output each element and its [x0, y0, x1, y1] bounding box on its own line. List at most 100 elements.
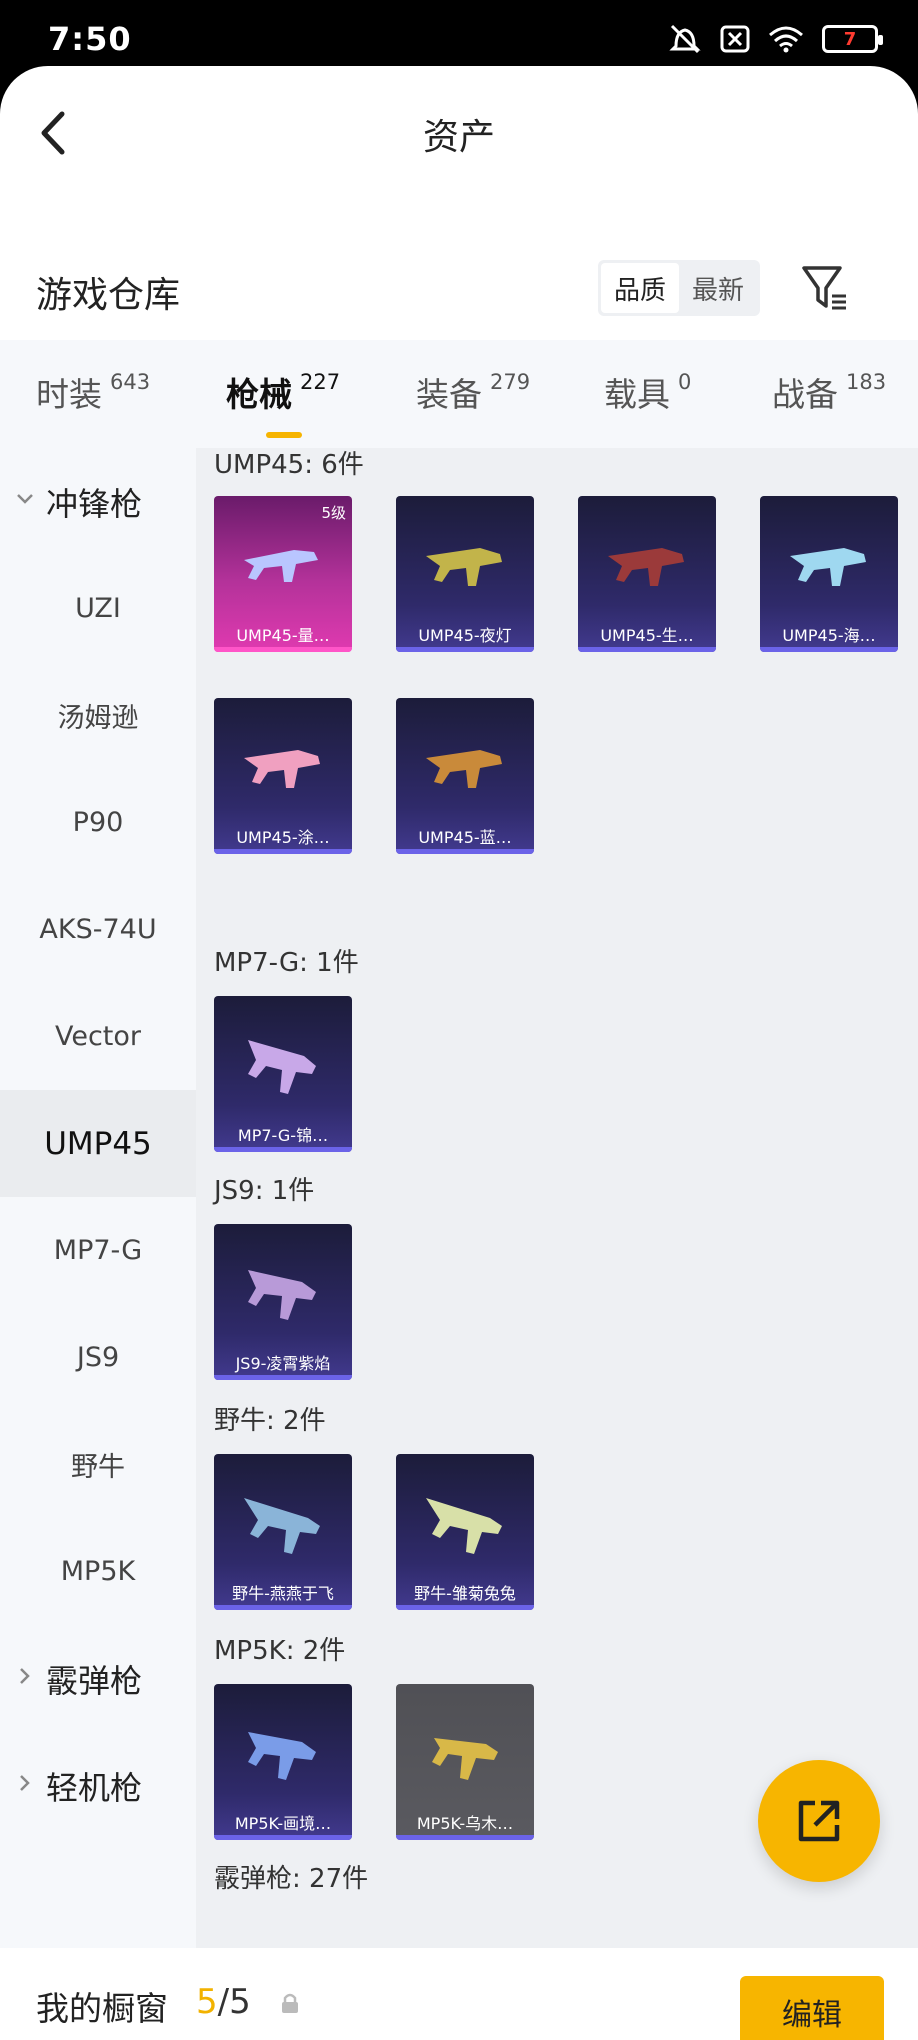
sidebar-item-p90[interactable]: P90	[0, 769, 196, 876]
sort-toggle: 品质 最新	[598, 260, 760, 316]
weapon-name: MP7-G-锦…	[237, 1126, 329, 1145]
tab-count: 0	[678, 370, 692, 394]
gun-icon	[426, 548, 502, 586]
gun-icon	[248, 1732, 316, 1780]
sidebar-item-uzi[interactable]: UZI	[0, 555, 196, 662]
sidebar-item-mp5k[interactable]: MP5K	[0, 1518, 196, 1625]
rarity-stripe	[760, 647, 898, 652]
weapon-name: UMP45-涂…	[236, 828, 330, 847]
tab-fashion[interactable]: 时装 643	[36, 368, 150, 416]
section-title-ump45: UMP45: 6件	[214, 450, 364, 480]
weapon-card[interactable]: JS9-凌霄紫焰	[214, 1224, 352, 1380]
chevron-down-icon	[17, 494, 33, 504]
tab-guns[interactable]: 枪械 227	[226, 368, 340, 416]
weapon-card[interactable]: UMP45-海…	[760, 496, 898, 652]
weapon-card[interactable]: MP5K-乌木…	[396, 1684, 534, 1840]
weapon-sidebar: 冲锋枪 UZI 汤姆逊 P90 AKS-74U Vector UMP45 MP7…	[0, 448, 196, 1948]
rarity-stripe	[396, 1835, 534, 1840]
weapon-name: UMP45-蓝…	[418, 828, 512, 847]
sort-newest-button[interactable]: 最新	[679, 263, 757, 313]
weapon-card[interactable]: 5级 UMP45-量…	[214, 496, 352, 652]
tab-label: 枪械	[226, 375, 292, 414]
edit-button[interactable]: 编辑	[740, 1976, 884, 2040]
tab-label: 战备	[772, 375, 838, 414]
weapon-card[interactable]: UMP45-生…	[578, 496, 716, 652]
sidebar-group-label: 轻机枪	[46, 1768, 143, 1807]
wifi-icon	[769, 26, 803, 53]
weapon-card[interactable]: UMP45-夜灯	[396, 496, 534, 652]
weapon-name: UMP45-量…	[236, 626, 330, 645]
weapon-card[interactable]: 野牛-雏菊兔兔	[396, 1454, 534, 1610]
sidebar-group-smg[interactable]: 冲锋枪	[0, 448, 196, 555]
rarity-stripe	[214, 1375, 352, 1380]
showcase-count-current: 5	[196, 1982, 218, 2022]
gun-icon	[244, 1498, 320, 1554]
tab-count: 183	[846, 370, 887, 394]
tab-label: 时装	[36, 375, 102, 414]
battery-icon: 7	[822, 25, 883, 53]
weapon-card[interactable]: MP5K-画境…	[214, 1684, 352, 1840]
section-title-mp5k: MP5K: 2件	[214, 1636, 346, 1666]
status-bar: 7:50 7	[0, 0, 918, 70]
rarity-stripe	[214, 1147, 352, 1152]
showcase-label: 我的橱窗	[36, 1989, 168, 2028]
weapon-card[interactable]: UMP45-涂…	[214, 698, 352, 854]
silent-icon	[669, 24, 701, 54]
gun-icon	[790, 548, 866, 586]
app-screen: 资产 游戏仓库 品质 最新 时装 643 枪械 227 装备 279 载具 0 …	[0, 66, 918, 2040]
sidebar-item-ump45[interactable]: UMP45	[0, 1090, 196, 1197]
category-tabs: 时装 643 枪械 227 装备 279 载具 0 战备 183	[0, 340, 918, 448]
gun-icon	[248, 1270, 316, 1320]
tab-label: 装备	[416, 375, 482, 414]
tab-count: 279	[490, 370, 531, 394]
section-title-bizon: 野牛: 2件	[214, 1406, 326, 1436]
weapon-name: MP5K-乌木…	[416, 1814, 514, 1833]
header: 资产	[0, 66, 918, 196]
sidebar-group-lmg[interactable]: 轻机枪	[0, 1732, 196, 1839]
weapon-name: JS9-凌霄紫焰	[235, 1354, 331, 1373]
weapon-name: UMP45-海…	[782, 626, 876, 645]
gun-icon	[426, 750, 502, 788]
chevron-right-icon	[20, 1775, 30, 1791]
lock-icon	[282, 1993, 298, 2013]
sidebar-item-aks74u[interactable]: AKS-74U	[0, 876, 196, 983]
sidebar-item-thompson[interactable]: 汤姆逊	[0, 662, 196, 769]
weapon-name: MP5K-画境…	[234, 1814, 332, 1833]
sidebar-item-vector[interactable]: Vector	[0, 983, 196, 1090]
chevron-right-icon	[20, 1668, 30, 1684]
external-link-icon	[798, 1800, 840, 1842]
tab-count: 643	[110, 370, 151, 394]
section-title-js9: JS9: 1件	[214, 1176, 315, 1206]
bottom-bar: 我的橱窗 5/5 编辑	[0, 1948, 918, 2040]
rarity-stripe	[214, 647, 352, 652]
weapon-name: UMP45-夜灯	[418, 626, 512, 645]
sidebar-item-mp7g[interactable]: MP7-G	[0, 1197, 196, 1304]
weapon-card[interactable]: UMP45-蓝…	[396, 698, 534, 854]
filter-icon[interactable]	[800, 260, 850, 316]
sidebar-item-js9[interactable]: JS9	[0, 1304, 196, 1411]
sort-quality-button[interactable]: 品质	[601, 263, 679, 313]
rarity-stripe	[214, 849, 352, 854]
rarity-stripe	[396, 647, 534, 652]
weapon-card[interactable]: MP7-G-锦…	[214, 996, 352, 1152]
sidebar-group-shotgun[interactable]: 霰弹枪	[0, 1625, 196, 1732]
weapon-grid: UMP45: 6件 5级 UMP45-量… UMP45-夜灯 UMP45-生… …	[196, 448, 918, 1948]
no-sim-icon	[720, 25, 750, 53]
sidebar-item-bizon[interactable]: 野牛	[0, 1411, 196, 1518]
tab-equipment[interactable]: 装备 279	[416, 368, 530, 416]
rarity-stripe	[214, 1835, 352, 1840]
gun-icon	[608, 548, 684, 586]
weapon-card[interactable]: 野牛-燕燕于飞	[214, 1454, 352, 1610]
active-tab-indicator	[266, 432, 302, 438]
gun-icon	[244, 750, 320, 788]
section-title-mp7g: MP7-G: 1件	[214, 948, 359, 978]
share-fab[interactable]	[758, 1760, 880, 1882]
warehouse-header: 游戏仓库 品质 最新	[0, 246, 918, 346]
tab-vehicles[interactable]: 载具 0	[604, 368, 691, 416]
rarity-stripe	[396, 1605, 534, 1610]
tab-supplies[interactable]: 战备 183	[772, 368, 886, 416]
showcase-count-total: /5	[217, 1982, 251, 2022]
weapon-name: UMP45-生…	[600, 626, 694, 645]
gun-icon	[426, 1498, 502, 1554]
tab-count: 227	[300, 370, 341, 394]
